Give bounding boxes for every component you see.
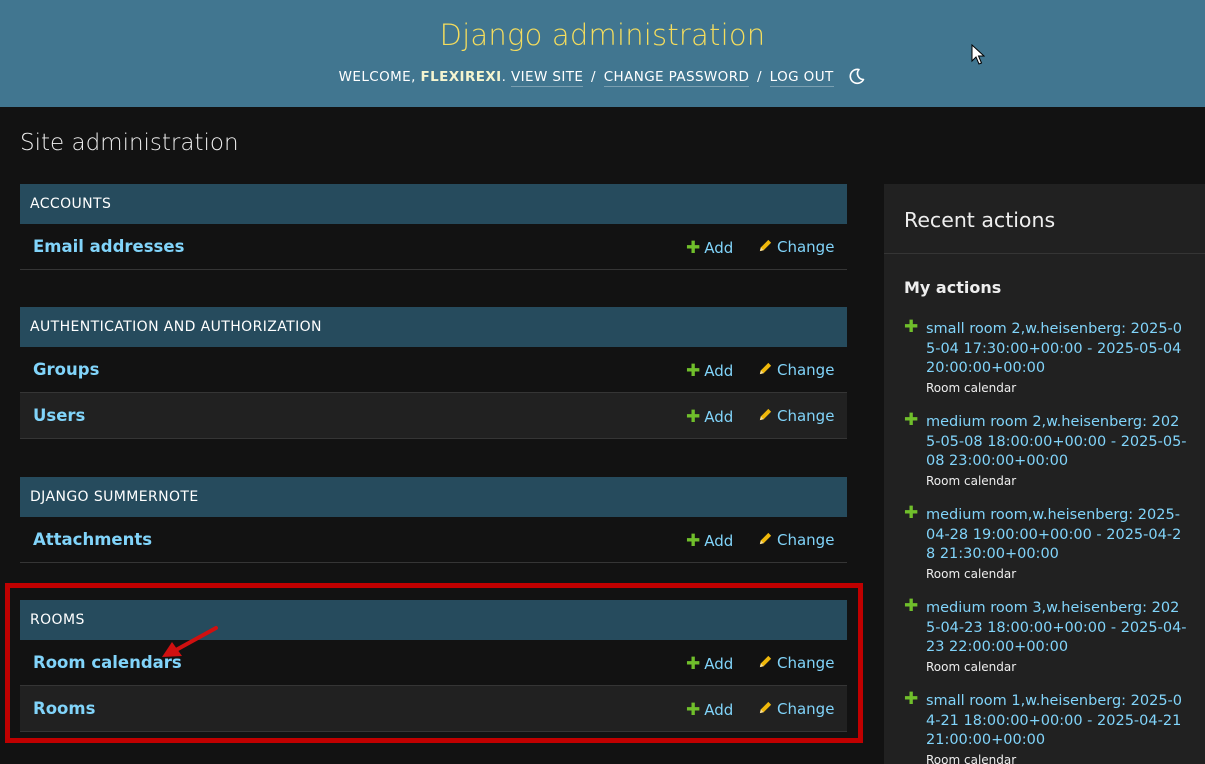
add-link[interactable]: ✚ Add bbox=[686, 361, 733, 381]
module-accounts: ACCOUNTS Email addresses ✚ Add Change bbox=[20, 184, 847, 270]
annotation-highlight-box bbox=[5, 583, 863, 743]
moon-icon[interactable] bbox=[848, 67, 866, 85]
plus-icon: ✚ bbox=[686, 407, 701, 427]
change-label: Change bbox=[777, 361, 835, 379]
change-link[interactable]: Change bbox=[758, 361, 834, 379]
action-link[interactable]: small room 2,w.heisenberg: 2025-05-04 17… bbox=[926, 320, 1188, 379]
model-row-users: Users ✚ Add Change bbox=[20, 393, 847, 439]
change-label: Change bbox=[777, 531, 835, 549]
plus-icon: ✚ bbox=[686, 531, 701, 551]
action-type: Room calendar bbox=[926, 659, 1017, 674]
action-type: Room calendar bbox=[926, 752, 1017, 764]
action-link[interactable]: medium room,w.heisenberg: 2025-04-28 19:… bbox=[926, 506, 1188, 565]
action-item: ✚ small room 1,w.heisenberg: 2025-04-21 … bbox=[904, 689, 1194, 764]
model-link-groups[interactable]: Groups bbox=[33, 360, 99, 379]
separator: / bbox=[757, 69, 762, 85]
change-label: Change bbox=[777, 407, 835, 425]
model-row-email-addresses: Email addresses ✚ Add Change bbox=[20, 224, 847, 270]
add-label: Add bbox=[704, 239, 734, 257]
plus-icon: ✚ bbox=[904, 689, 919, 709]
pencil-icon bbox=[759, 532, 772, 545]
model-link-email-addresses[interactable]: Email addresses bbox=[33, 237, 184, 256]
add-label: Add bbox=[704, 408, 734, 426]
plus-icon: ✚ bbox=[686, 238, 701, 258]
welcome-text: WELCOME, bbox=[338, 69, 416, 85]
pencil-icon bbox=[759, 239, 772, 252]
model-link-attachments[interactable]: Attachments bbox=[33, 530, 152, 549]
annotation-arrow-icon bbox=[162, 626, 218, 657]
recent-actions-panel: Recent actions My actions ✚ small room 2… bbox=[884, 184, 1205, 764]
action-item: ✚ medium room 2,w.heisenberg: 2025-05-08… bbox=[904, 410, 1194, 488]
model-row-groups: Groups ✚ Add Change bbox=[20, 347, 847, 393]
recent-actions-title: Recent actions bbox=[904, 208, 1056, 232]
separator: / bbox=[591, 69, 596, 85]
page-title: Site administration bbox=[20, 130, 239, 156]
divider bbox=[884, 253, 1205, 254]
action-item: ✚ small room 2,w.heisenberg: 2025-05-04 … bbox=[904, 317, 1194, 395]
change-link[interactable]: Change bbox=[758, 531, 834, 549]
header: Django administration WELCOME, FLEXIREXI… bbox=[0, 0, 1205, 107]
plus-icon: ✚ bbox=[686, 361, 701, 381]
action-link[interactable]: small room 1,w.heisenberg: 2025-04-21 18… bbox=[926, 692, 1188, 751]
module-caption[interactable]: DJANGO SUMMERNOTE bbox=[20, 477, 847, 517]
action-type: Room calendar bbox=[926, 380, 1017, 395]
log-out-link[interactable]: LOG OUT bbox=[769, 69, 834, 87]
add-link[interactable]: ✚ Add bbox=[686, 407, 733, 427]
add-link[interactable]: ✚ Add bbox=[686, 531, 733, 551]
action-item: ✚ medium room 3,w.heisenberg: 2025-04-23… bbox=[904, 596, 1194, 674]
add-label: Add bbox=[704, 362, 734, 380]
change-link[interactable]: Change bbox=[758, 238, 834, 256]
plus-icon: ✚ bbox=[904, 410, 919, 430]
module-authentication: AUTHENTICATION AND AUTHORIZATION Groups … bbox=[20, 307, 847, 439]
action-link[interactable]: medium room 3,w.heisenberg: 2025-04-23 1… bbox=[926, 599, 1188, 658]
add-label: Add bbox=[704, 532, 734, 550]
my-actions-heading: My actions bbox=[904, 278, 1002, 297]
site-name[interactable]: Django administration bbox=[0, 18, 1205, 52]
change-link[interactable]: Change bbox=[758, 407, 834, 425]
username: FLEXIREXI bbox=[420, 69, 502, 85]
change-label: Change bbox=[777, 238, 835, 256]
view-site-link[interactable]: VIEW SITE bbox=[511, 69, 584, 87]
user-tools: WELCOME, FLEXIREXI. VIEW SITE / CHANGE P… bbox=[0, 67, 1205, 87]
module-caption[interactable]: ACCOUNTS bbox=[20, 184, 847, 224]
action-type: Room calendar bbox=[926, 473, 1017, 488]
model-link-users[interactable]: Users bbox=[33, 406, 85, 425]
plus-icon: ✚ bbox=[904, 503, 919, 523]
change-password-link[interactable]: CHANGE PASSWORD bbox=[603, 69, 750, 87]
action-item: ✚ medium room,w.heisenberg: 2025-04-28 1… bbox=[904, 503, 1194, 581]
add-link[interactable]: ✚ Add bbox=[686, 238, 733, 258]
action-link[interactable]: medium room 2,w.heisenberg: 2025-05-08 1… bbox=[926, 413, 1188, 472]
module-django-summernote: DJANGO SUMMERNOTE Attachments ✚ Add Chang… bbox=[20, 477, 847, 563]
mouse-cursor-icon bbox=[971, 44, 985, 65]
plus-icon: ✚ bbox=[904, 317, 919, 337]
pencil-icon bbox=[759, 362, 772, 375]
pencil-icon bbox=[759, 408, 772, 421]
action-type: Room calendar bbox=[926, 566, 1017, 581]
model-row-attachments: Attachments ✚ Add Change bbox=[20, 517, 847, 563]
module-caption[interactable]: AUTHENTICATION AND AUTHORIZATION bbox=[20, 307, 847, 347]
plus-icon: ✚ bbox=[904, 596, 919, 616]
